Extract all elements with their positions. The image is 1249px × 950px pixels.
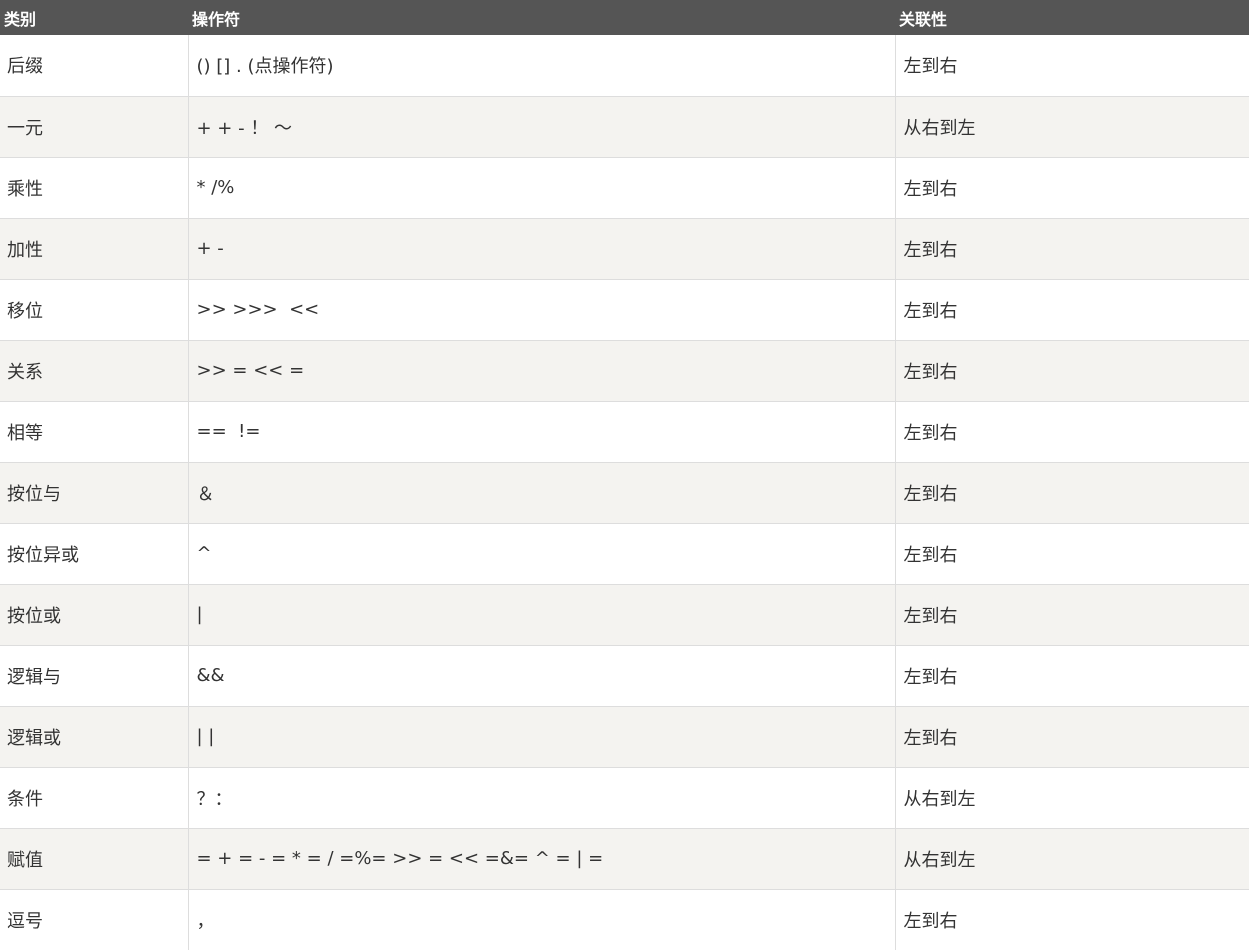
cell-category: 逻辑或	[0, 706, 188, 768]
header-row: 类别 操作符 关联性	[0, 0, 1249, 35]
operator-precedence-table: 类别 操作符 关联性 后缀 () [] . (点操作符) 左到右 一元 + + …	[0, 0, 1249, 950]
header-associativity: 关联性	[899, 9, 948, 29]
cell-associativity: 左到右	[894, 584, 1249, 646]
table-header: 类别 操作符 关联性	[0, 0, 1249, 35]
table-row: 后缀 () [] . (点操作符) 左到右	[0, 35, 1249, 97]
cell-category: 逗号	[0, 889, 188, 950]
table-row: 相等 == != 左到右	[0, 401, 1249, 463]
cell-category: 按位异或	[0, 523, 188, 585]
cell-operator: () [] . (点操作符)	[187, 35, 895, 97]
cell-associativity: 左到右	[894, 157, 1249, 219]
cell-category: 一元	[0, 96, 188, 158]
cell-category: 关系	[0, 340, 188, 402]
cell-associativity: 左到右	[894, 523, 1249, 585]
cell-operator: >> >>> <<	[187, 279, 895, 341]
table-row: 一元 + + - ！ 〜 从右到左	[0, 96, 1249, 158]
cell-associativity: 从右到左	[894, 828, 1249, 890]
table-row: 逻辑或 | | 左到右	[0, 706, 1249, 768]
cell-associativity: 左到右	[894, 279, 1249, 341]
cell-operator: &&	[187, 645, 895, 707]
cell-associativity: 从右到左	[894, 96, 1249, 158]
cell-associativity: 左到右	[894, 889, 1249, 950]
cell-operator: + + - ！ 〜	[187, 96, 895, 158]
table-row: 逻辑与 && 左到右	[0, 645, 1249, 707]
cell-associativity: 左到右	[894, 462, 1249, 524]
cell-operator: + -	[187, 218, 895, 280]
table-row: 按位或 | 左到右	[0, 584, 1249, 646]
table-row: 按位异或 ^ 左到右	[0, 523, 1249, 585]
cell-operator: = + = - = * = / =%= >> = << =&= ^ = | =	[187, 828, 895, 890]
table-row: 加性 + - 左到右	[0, 218, 1249, 280]
cell-operator: >> = << =	[187, 340, 895, 402]
table-row: 逗号 ， 左到右	[0, 889, 1249, 950]
cell-operator: ，	[187, 889, 895, 950]
cell-category: 赋值	[0, 828, 188, 890]
cell-category: 逻辑与	[0, 645, 188, 707]
cell-category: 条件	[0, 767, 188, 829]
header-operator: 操作符	[192, 9, 241, 29]
cell-operator: * /%	[187, 157, 895, 219]
cell-associativity: 左到右	[894, 645, 1249, 707]
cell-operator: ？：	[187, 767, 895, 829]
cell-associativity: 左到右	[894, 35, 1249, 97]
table-row: 移位 >> >>> << 左到右	[0, 279, 1249, 341]
cell-operator: | |	[187, 706, 895, 768]
cell-associativity: 左到右	[894, 218, 1249, 280]
cell-operator: == !=	[187, 401, 895, 463]
cell-category: 相等	[0, 401, 188, 463]
cell-category: 乘性	[0, 157, 188, 219]
table-row: 按位与 ＆ 左到右	[0, 462, 1249, 524]
table-row: 关系 >> = << = 左到右	[0, 340, 1249, 402]
cell-operator: |	[187, 584, 895, 646]
table-row: 条件 ？： 从右到左	[0, 767, 1249, 829]
table-body: 后缀 () [] . (点操作符) 左到右 一元 + + - ！ 〜 从右到左 …	[0, 35, 1249, 950]
cell-category: 按位与	[0, 462, 188, 524]
table-row: 赋值 = + = - = * = / =%= >> = << =&= ^ = |…	[0, 828, 1249, 890]
cell-operator: ^	[187, 523, 895, 585]
cell-category: 后缀	[0, 35, 188, 97]
cell-category: 按位或	[0, 584, 188, 646]
cell-associativity: 左到右	[894, 706, 1249, 768]
cell-associativity: 从右到左	[894, 767, 1249, 829]
cell-category: 移位	[0, 279, 188, 341]
table-row: 乘性 * /% 左到右	[0, 157, 1249, 219]
cell-associativity: 左到右	[894, 401, 1249, 463]
cell-associativity: 左到右	[894, 340, 1249, 402]
header-category: 类别	[4, 9, 37, 29]
cell-category: 加性	[0, 218, 188, 280]
cell-operator: ＆	[187, 462, 895, 524]
